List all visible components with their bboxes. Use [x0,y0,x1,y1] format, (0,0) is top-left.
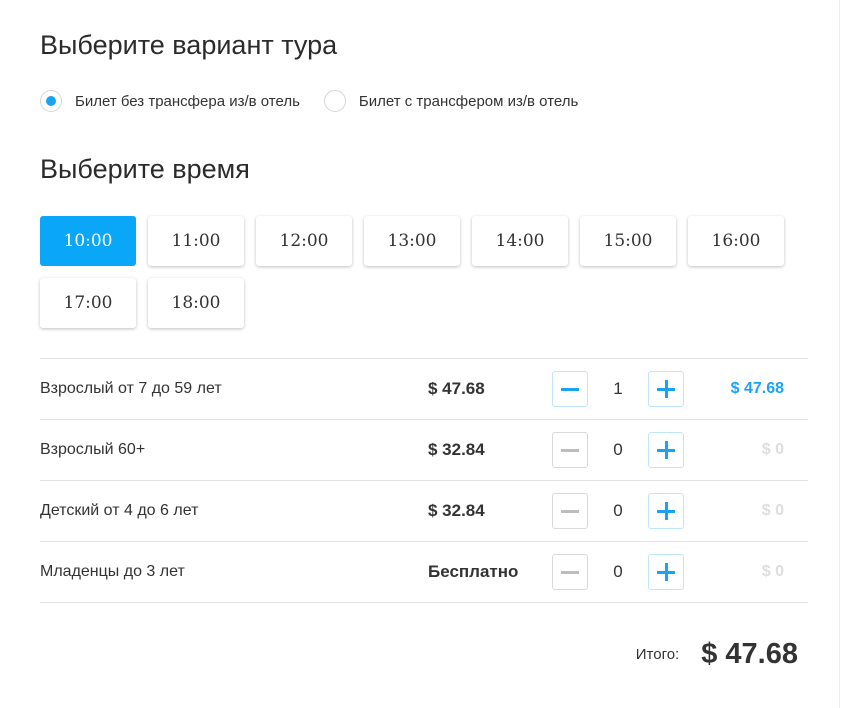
ticket-subtotal: $ 0 [761,441,784,458]
ticket-name: Младенцы до 3 лет [40,563,185,580]
radio-button-unchecked[interactable] [323,90,346,112]
ticket-name: Детский от 4 до 6 лет [40,502,199,519]
ticket-price: $ 32.84 [428,501,485,520]
plus-icon-vertical [665,441,668,459]
time-title: Выберите время [40,154,250,184]
radio-option-with-transfer[interactable]: Билет с трансфером из/в отель [323,90,579,112]
ticket-price: $ 47.68 [428,379,485,398]
ticket-row-child: Детский от 4 до 6 лет $ 32.84 0 $ 0 [40,481,808,542]
increment-button[interactable] [648,371,684,407]
time-slot-button[interactable]: 13:00 [364,216,460,266]
ticket-subtotal: $ 47.68 [730,380,784,397]
increment-button[interactable] [648,554,684,590]
radio-button-checked[interactable] [40,90,62,112]
decrement-button[interactable] [552,371,588,407]
ticket-list: Взрослый от 7 до 59 лет $ 47.68 1 $ 47.6… [40,358,808,603]
tour-variant-title: Выберите вариант тура [40,30,338,60]
booking-panel: Выберите вариант тура Билет без трансфер… [0,0,840,708]
time-slot-button[interactable]: 17:00 [40,278,136,328]
ticket-quantity: 0 [613,501,623,520]
time-slot-button[interactable]: 14:00 [472,216,568,266]
time-slot-button[interactable]: 15:00 [580,216,676,266]
minus-icon [561,571,579,574]
minus-icon [561,388,579,391]
radio-label: Билет без трансфера из/в отель [75,92,300,110]
decrement-button[interactable] [552,554,588,590]
radio-option-no-transfer[interactable]: Билет без трансфера из/в отель [40,90,300,112]
ticket-name: Взрослый от 7 до 59 лет [40,380,222,397]
total-label: Итого: [635,646,680,663]
increment-button[interactable] [648,493,684,529]
plus-icon-vertical [665,380,668,398]
minus-icon [561,449,579,452]
time-slot-button[interactable]: 11:00 [148,216,244,266]
time-slot-button[interactable]: 16:00 [688,216,784,266]
minus-icon [561,510,579,513]
ticket-subtotal: $ 0 [761,563,784,580]
ticket-row-adult: Взрослый от 7 до 59 лет $ 47.68 1 $ 47.6… [40,359,808,420]
ticket-row-infant: Младенцы до 3 лет Бесплатно 0 $ 0 [40,542,808,603]
ticket-price: $ 32.84 [428,440,485,459]
time-slot-button[interactable]: 10:00 [40,216,136,266]
ticket-quantity: 0 [613,440,623,459]
decrement-button[interactable] [552,432,588,468]
decrement-button[interactable] [552,493,588,529]
ticket-name: Взрослый 60+ [40,441,146,458]
tour-variant-radio-group: Билет без трансфера из/в отель Билет с т… [40,90,602,112]
plus-icon-vertical [665,502,668,520]
time-slot-button[interactable]: 12:00 [256,216,352,266]
ticket-quantity: 0 [613,562,623,581]
time-slot-button[interactable]: 18:00 [148,278,244,328]
plus-icon-vertical [665,563,668,581]
order-total: Итого: $ 47.68 [636,638,798,671]
ticket-subtotal: $ 0 [761,502,784,519]
radio-label: Билет с трансфером из/в отель [358,92,579,110]
ticket-quantity: 1 [613,379,623,398]
ticket-row-senior: Взрослый 60+ $ 32.84 0 $ 0 [40,420,808,481]
total-value: $ 47.68 [701,638,798,670]
ticket-price: Бесплатно [428,562,519,581]
increment-button[interactable] [648,432,684,468]
time-slot-grid: 10:00 11:00 12:00 13:00 14:00 15:00 16:0… [40,216,800,340]
